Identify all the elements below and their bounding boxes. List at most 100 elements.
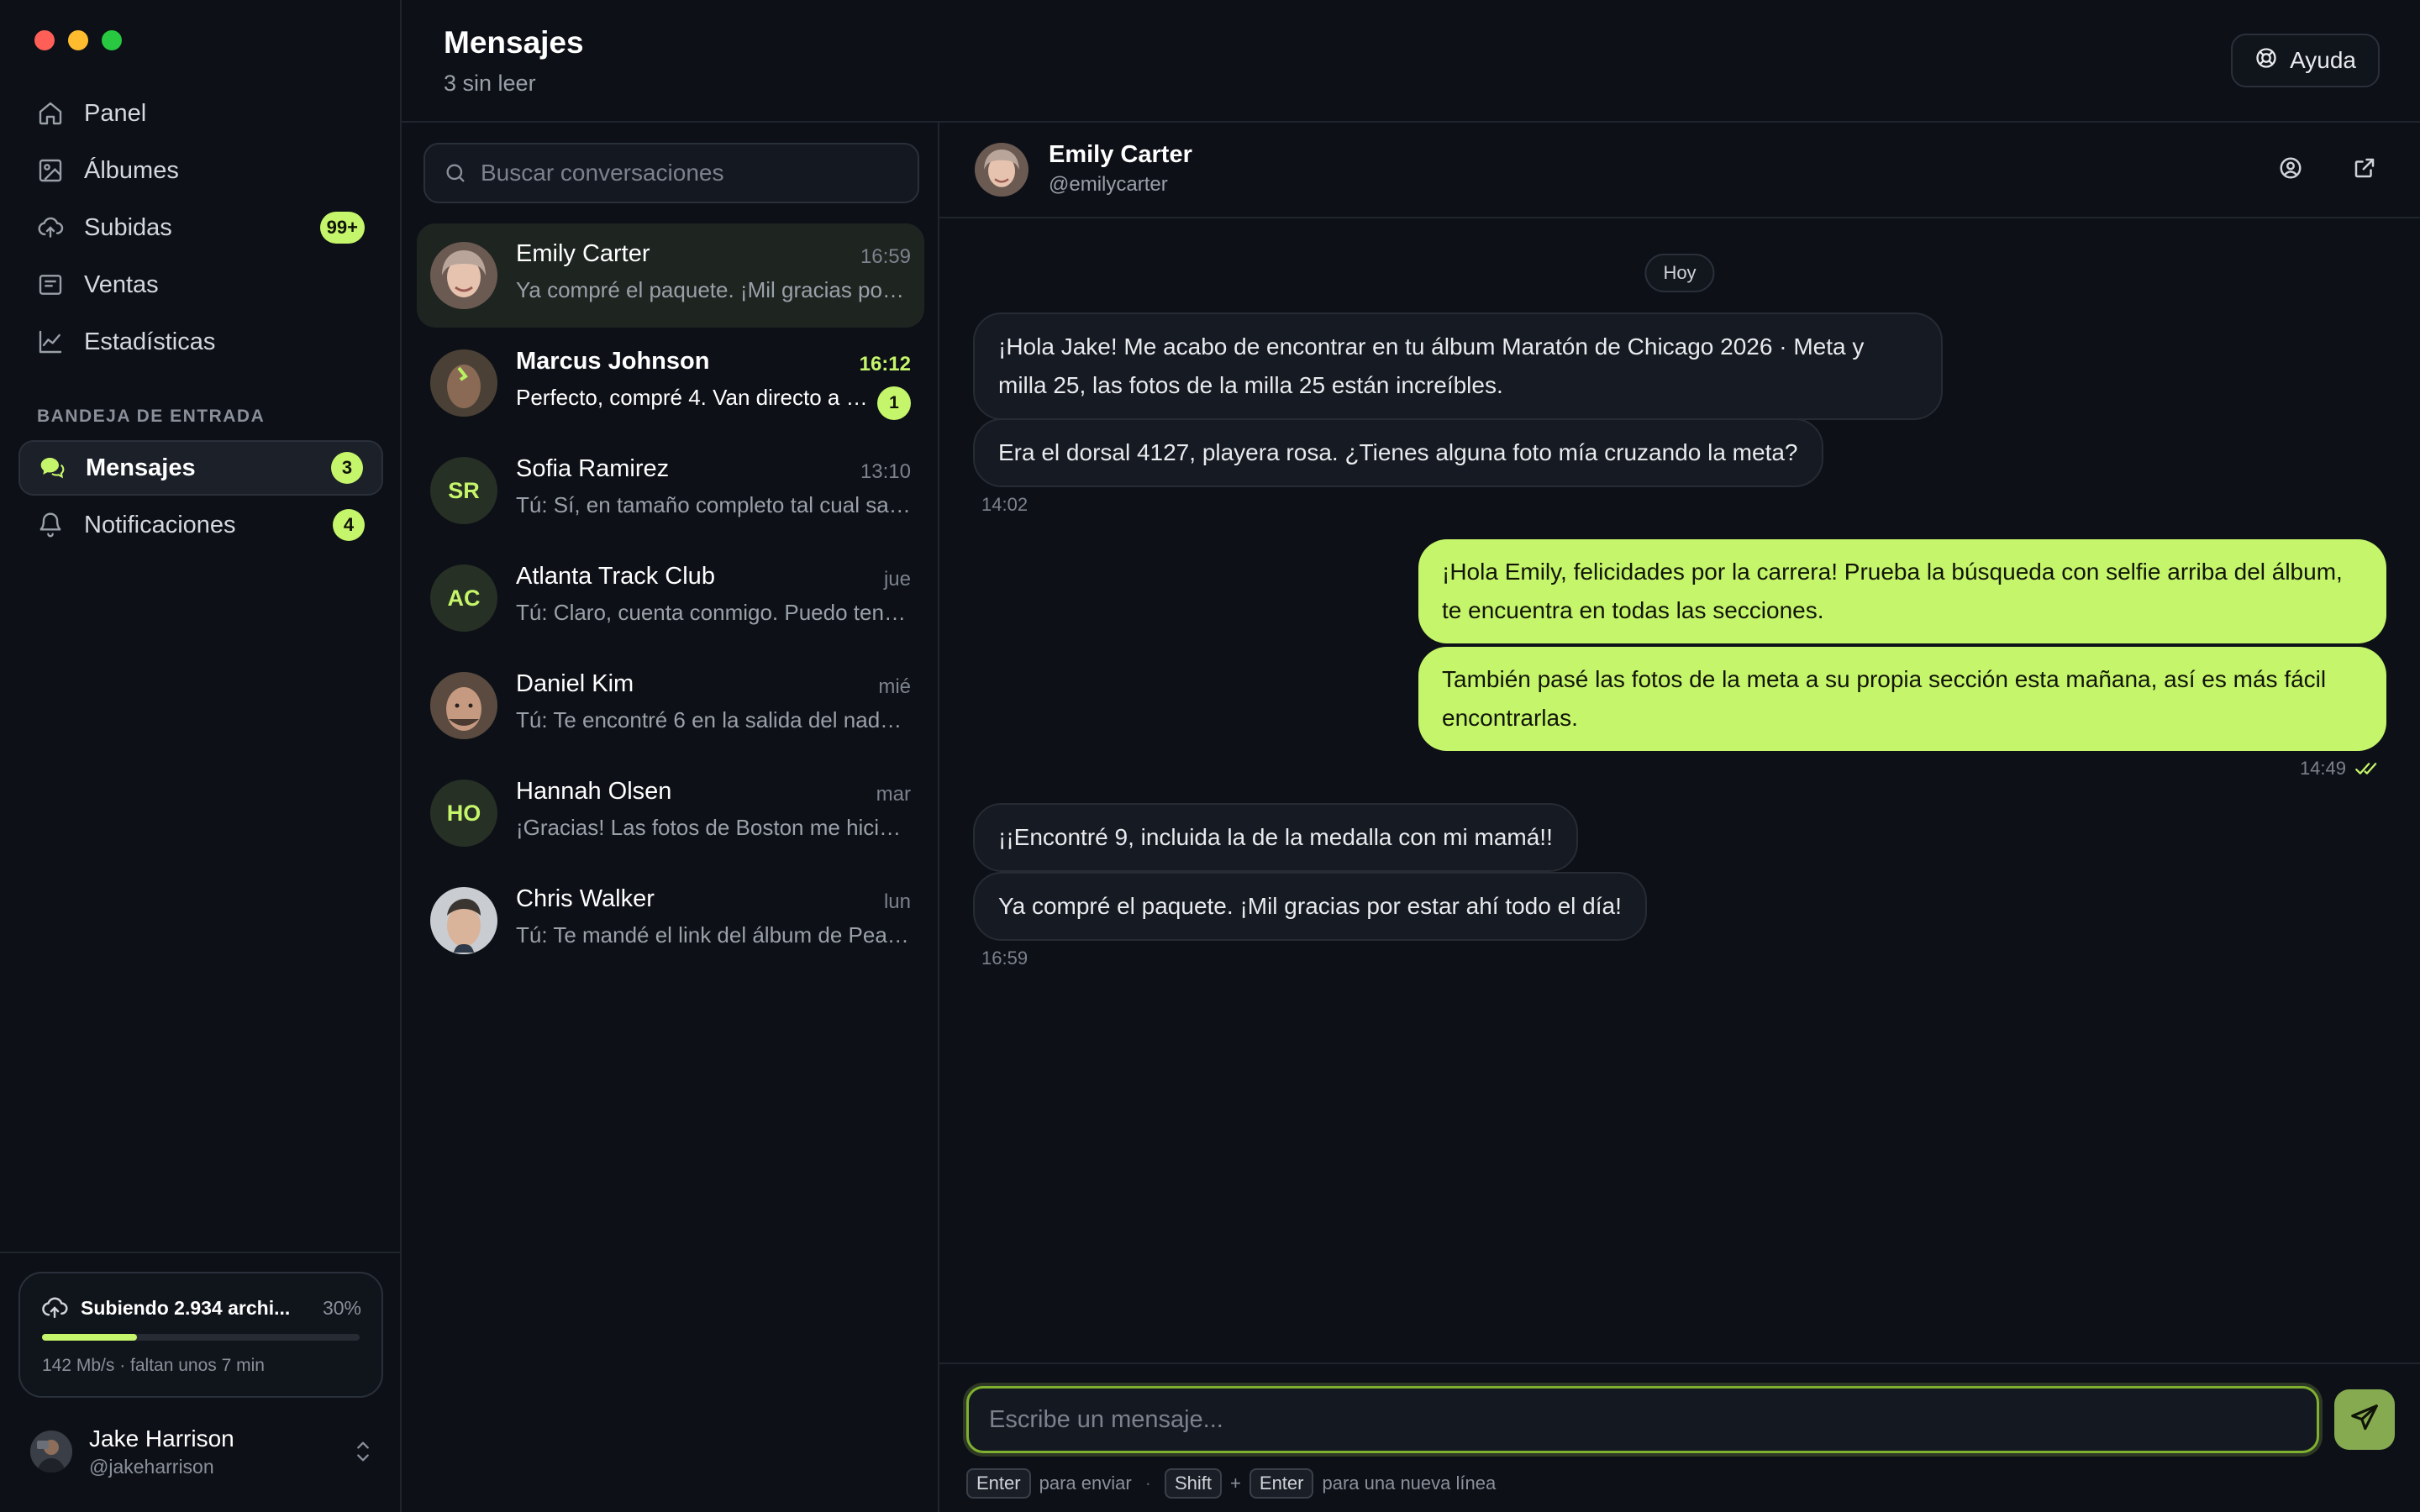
notifications-count-badge: 4 <box>333 509 365 541</box>
conversation-time: 16:12 <box>859 353 911 375</box>
conversation-time: 13:10 <box>860 460 911 483</box>
avatar-initials: AC <box>430 564 497 632</box>
conversation-name: Chris Walker <box>516 885 655 912</box>
conversation-item-emily-carter[interactable]: Emily Carter 16:59 Ya compré el paquete.… <box>417 223 924 328</box>
message-time: 14:49 <box>2299 758 2346 779</box>
user-circle-icon <box>2278 155 2303 185</box>
upload-progress-bar <box>42 1334 360 1341</box>
nav-label: Estadísticas <box>84 328 216 355</box>
nav-label: Mensajes <box>86 454 196 481</box>
home-icon <box>37 100 64 127</box>
chat-panel: Emily Carter @emilycarter Hoy ¡Hola Jake… <box>939 123 2420 1512</box>
chat-bubbles-icon <box>39 454 66 481</box>
nav-item-mensajes[interactable]: Mensajes 3 <box>18 440 383 496</box>
outgoing-message: También pasé las fotos de la meta a su p… <box>1418 647 2386 751</box>
view-profile-button[interactable] <box>2274 153 2307 186</box>
page-title: Mensajes <box>444 25 584 60</box>
nav-label: Álbumes <box>84 156 179 184</box>
cloud-upload-icon <box>40 1295 69 1320</box>
conversation-item-marcus-johnson[interactable]: Marcus Johnson 16:12 Perfecto, compré 4.… <box>417 331 924 435</box>
conversation-preview: Tú: Te mandé el link del álbum de Peacht… <box>516 922 911 948</box>
upload-title: Subiendo 2.934 archi... <box>81 1296 291 1319</box>
hint-text: para enviar <box>1039 1473 1132 1494</box>
hint-separator: · <box>1144 1473 1151 1494</box>
nav-item-estadisticas[interactable]: Estadísticas <box>18 314 383 370</box>
avatar <box>430 349 497 417</box>
chart-icon <box>37 328 64 355</box>
nav-label: Notificaciones <box>84 511 236 538</box>
main-nav: Panel Álbumes Subidas 99+ Ventas Estadís… <box>18 86 383 371</box>
day-separator: Hoy <box>1644 254 1715 292</box>
conversation-preview: Tú: Claro, cuenta conmigo. Puedo tenerla… <box>516 600 911 625</box>
contact-handle: @emilycarter <box>1049 173 1168 196</box>
conversation-name: Daniel Kim <box>516 670 634 697</box>
unread-badge: 1 <box>877 386 911 420</box>
upload-progress-card[interactable]: Subiendo 2.934 archi... 30% 142 Mb/s · f… <box>18 1272 383 1398</box>
bell-icon <box>37 512 64 538</box>
minimize-window-button[interactable] <box>68 30 88 50</box>
double-check-icon <box>2354 758 2381 784</box>
message-input-wrapper[interactable] <box>966 1386 2319 1453</box>
message-input[interactable] <box>989 1405 2296 1434</box>
hint-text: para una nueva línea <box>1322 1473 1497 1494</box>
conversation-name: Marcus Johnson <box>516 348 710 375</box>
upload-card-header: Subiendo 2.934 archi... 30% <box>40 1295 361 1320</box>
enter-key-hint: Enter <box>966 1468 1031 1499</box>
conversation-preview: Tú: Sí, en tamaño completo tal cual sale… <box>516 492 911 517</box>
conversation-time: mié <box>878 675 911 698</box>
user-name: Jake Harrison <box>89 1425 234 1452</box>
unread-count-text: 3 sin leer <box>444 71 536 96</box>
conversation-item-daniel-kim[interactable]: Daniel Kim mié Tú: Te encontré 6 en la s… <box>417 654 924 758</box>
conversation-item-sofia-ramirez[interactable]: SR Sofia Ramirez 13:10 Tú: Sí, en tamaño… <box>417 438 924 543</box>
shift-key-hint: Shift <box>1165 1468 1223 1499</box>
search-icon <box>444 161 467 185</box>
incoming-message: Era el dorsal 4127, playera rosa. ¿Tiene… <box>973 418 1823 487</box>
avatar-initials: HO <box>430 780 497 847</box>
upload-percent: 30% <box>322 1296 361 1319</box>
sidebar: Panel Álbumes Subidas 99+ Ventas Estadís… <box>0 0 402 1512</box>
upload-progress-fill <box>42 1334 138 1341</box>
keyboard-hints: Enter para enviar · Shift + Enter para u… <box>966 1468 1496 1499</box>
nav-item-ventas[interactable]: Ventas <box>18 257 383 312</box>
nav-label: Subidas <box>84 213 172 241</box>
messages-app: Panel Álbumes Subidas 99+ Ventas Estadís… <box>0 0 2420 1512</box>
close-window-button[interactable] <box>34 30 55 50</box>
chat-header: Emily Carter @emilycarter <box>939 123 2420 218</box>
nav-item-subidas[interactable]: Subidas 99+ <box>18 200 383 255</box>
hint-plus: + <box>1230 1473 1241 1494</box>
conversation-preview: ¡Gracias! Las fotos de Boston me hiciero… <box>516 815 911 840</box>
nav-item-panel[interactable]: Panel <box>18 86 383 141</box>
window-controls <box>34 30 122 50</box>
user-avatar <box>30 1431 72 1473</box>
external-link-icon <box>2352 155 2377 185</box>
nav-item-albumes[interactable]: Álbumes <box>18 143 383 198</box>
user-handle: @jakeharrison <box>89 1455 214 1478</box>
conversation-time: 16:59 <box>860 245 911 268</box>
conversation-item-chris-walker[interactable]: Chris Walker lun Tú: Te mandé el link de… <box>417 869 924 973</box>
search-input[interactable] <box>481 160 899 186</box>
avatar <box>430 242 497 309</box>
send-icon <box>2349 1402 2381 1438</box>
send-button[interactable] <box>2334 1389 2395 1450</box>
conversation-item-atlanta-track-club[interactable]: AC Atlanta Track Club jue Tú: Claro, cue… <box>417 546 924 650</box>
conversation-preview: Tú: Te encontré 6 en la salida del nado,… <box>516 707 911 732</box>
chevron-up-down-icon[interactable] <box>351 1438 375 1469</box>
nav-label: Ventas <box>84 270 159 298</box>
zoom-window-button[interactable] <box>102 30 122 50</box>
conversation-time: mar <box>876 783 911 806</box>
cloud-upload-icon <box>37 214 64 241</box>
enter-key-hint: Enter <box>1249 1468 1314 1499</box>
page-header: Mensajes 3 sin leer Ayuda <box>402 0 2420 123</box>
sidebar-divider <box>0 1252 402 1253</box>
help-button[interactable]: Ayuda <box>2231 34 2380 87</box>
conversation-item-hannah-olsen[interactable]: HO Hannah Olsen mar ¡Gracias! Las fotos … <box>417 761 924 865</box>
avatar <box>430 887 497 954</box>
image-icon <box>37 157 64 184</box>
open-external-button[interactable] <box>2348 153 2381 186</box>
user-menu[interactable]: Jake Harrison @jakeharrison <box>30 1421 375 1482</box>
uploads-count-badge: 99+ <box>319 212 365 244</box>
nav-item-notificaciones[interactable]: Notificaciones 4 <box>18 497 383 553</box>
search-box[interactable] <box>424 143 919 203</box>
conversation-name: Sofia Ramirez <box>516 455 670 482</box>
incoming-message: Ya compré el paquete. ¡Mil gracias por e… <box>973 872 1647 941</box>
